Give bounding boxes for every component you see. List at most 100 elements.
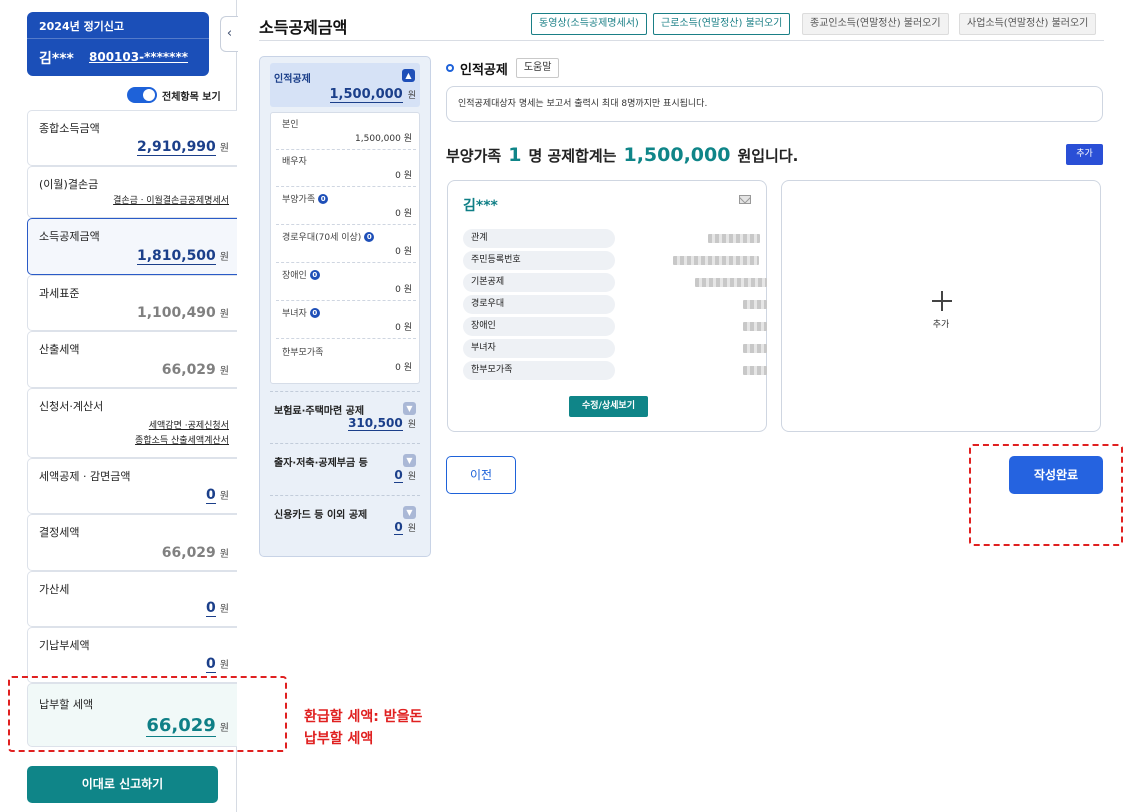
- sidebar-item-calculated-tax[interactable]: 산출세액 66,029 원: [27, 331, 237, 388]
- unit-label: 원: [219, 660, 229, 671]
- sidebar-item-tax-base[interactable]: 과세표준 1,100,490 원: [27, 275, 237, 331]
- personal-deduction-breakdown: 본인 1,500,000 원 배우자 0 원 부양가족 0 0 원 경로우대(70…: [270, 112, 420, 384]
- other-deduction[interactable]: 신용카드 등 이외 공제 ▼ 0원: [270, 495, 420, 541]
- breakdown-row-self: 본인 1,500,000 원: [276, 113, 416, 150]
- breakdown-row-female-householder: 부녀자 0 0 원: [276, 302, 416, 339]
- deduction-total: 1,500,000: [623, 144, 731, 166]
- count-badge: 0: [309, 307, 320, 318]
- sidebar-item-label: 과세표준: [39, 287, 80, 300]
- show-all-toggle-row[interactable]: 전체항목 보기: [127, 87, 221, 103]
- sidebar-item-total-income[interactable]: 종합소득금액 2,910,990 원: [27, 110, 237, 166]
- show-all-toggle[interactable]: [127, 87, 157, 103]
- dependent-field-row: 주민등록번호: [463, 251, 759, 270]
- chevron-down-icon[interactable]: ▼: [403, 402, 416, 415]
- deduction-summary: 부양가족 1 명 공제합계는 1,500,000 원입니다.: [446, 144, 798, 166]
- edit-details-button[interactable]: 수정/상세보기: [569, 396, 648, 417]
- sidebar-item-application-forms[interactable]: 신청서·계산서 세액감면 ·공제신청서 종합소득 산출세액계산서: [27, 388, 237, 458]
- page-title: 소득공제금액: [259, 18, 348, 37]
- breakdown-row-spouse: 배우자 0 원: [276, 150, 416, 187]
- sidebar-item-value[interactable]: 0: [206, 657, 216, 673]
- taxpayer-name: 김***: [39, 51, 74, 67]
- breakdown-row-disabled: 장애인 0 0 원: [276, 264, 416, 301]
- chevron-down-icon[interactable]: ▼: [403, 454, 416, 467]
- sidebar-item-value: 66,029: [161, 362, 216, 378]
- add-dependent-button[interactable]: 추가: [1066, 144, 1103, 165]
- notice-box: 인적공제대상자 명세는 보고서 출력시 최대 8명까지만 표시됩니다.: [446, 86, 1103, 122]
- breakdown-label: 한부모가족: [282, 348, 324, 358]
- load-business-income-button[interactable]: 사업소득(연말정산) 불러오기: [959, 13, 1097, 35]
- circle-bullet-icon: [446, 64, 454, 72]
- personal-deduction-header[interactable]: 인적공제 ▲ 1,500,000 원: [270, 63, 420, 107]
- insurance-housing-deduction[interactable]: 보험료·주택마련 공제 ▼ 310,500 원: [270, 391, 420, 437]
- deduction-application-link[interactable]: 세액감면 ·공제신청서: [135, 419, 229, 434]
- unit-label: 원: [219, 143, 229, 154]
- sidebar-item-label: 소득공제금액: [39, 230, 100, 243]
- load-earned-income-button[interactable]: 근로소득(연말정산) 불러오기: [653, 13, 791, 35]
- previous-button[interactable]: 이전: [446, 456, 516, 494]
- field-label: 한부모가족: [463, 361, 615, 380]
- summary-suffix: 원입니다.: [737, 147, 799, 165]
- unit-label: 원: [407, 524, 416, 534]
- sidebar-item-loss-carryover[interactable]: (이월)결손금 결손금ㆍ이월결손금공제명세서: [27, 166, 237, 218]
- sidebar-item-label: 세액공제 · 감면금액: [39, 470, 131, 483]
- sidebar-item-income-deduction[interactable]: 소득공제금액 1,810,500 원: [27, 218, 237, 275]
- deduction-category-panel: 인적공제 ▲ 1,500,000 원 본인 1,500,000 원 배우자 0 …: [259, 56, 431, 557]
- unit-label: 원: [219, 604, 229, 615]
- sidebar-item-prepaid-tax[interactable]: 기납부세액 0원: [27, 627, 237, 683]
- personal-deduction-value[interactable]: 1,500,000: [329, 88, 403, 103]
- help-button[interactable]: 도움말: [515, 58, 560, 78]
- summary-middle: 명 공제합계는: [528, 147, 617, 165]
- blurred-value: [743, 300, 767, 309]
- breakdown-label: 배우자: [282, 157, 307, 167]
- breakdown-value: 0 원: [395, 171, 412, 181]
- deduction-group-label: 출자·저축·공제부금 등: [274, 458, 368, 469]
- sidebar-item-label: 기납부세액: [39, 639, 90, 652]
- sidebar-item-label: 가산세: [39, 583, 70, 596]
- blurred-value: [695, 278, 767, 287]
- deduction-group-label: 신용카드 등 이외 공제: [274, 510, 368, 521]
- blurred-value: [743, 344, 767, 353]
- sidebar-item-determined-tax[interactable]: 결정세액 66,029 원: [27, 514, 237, 571]
- sidebar-item-value[interactable]: 1,810,500: [136, 249, 216, 265]
- resident-number-link[interactable]: 800103-*******: [89, 50, 188, 64]
- sidebar-item-label: 신청서·계산서: [39, 400, 104, 413]
- complete-button[interactable]: 작성완료: [1009, 456, 1103, 494]
- field-label: 기본공제: [463, 273, 615, 292]
- deduction-group-value[interactable]: 0: [394, 469, 403, 483]
- video-guide-button[interactable]: 동영상(소득공제명세서): [531, 13, 647, 35]
- chevron-down-icon[interactable]: ▼: [403, 506, 416, 519]
- section-header: 인적공제 도움말: [446, 58, 560, 78]
- deduction-group-value[interactable]: 310,500: [348, 417, 403, 431]
- deduction-group-label: 보험료·주택마련 공제: [274, 406, 365, 417]
- breakdown-value: 0 원: [395, 209, 412, 219]
- sidebar-item-label: 종합소득금액: [39, 122, 100, 135]
- loss-statement-link[interactable]: 결손금ㆍ이월결손금공제명세서: [113, 194, 229, 209]
- unit-label: 원: [219, 366, 229, 377]
- deduction-group-value[interactable]: 0: [394, 521, 403, 535]
- dependent-count: 1: [508, 144, 522, 166]
- filing-divider: [27, 38, 209, 39]
- breakdown-label: 본인: [282, 120, 299, 130]
- field-label: 주민등록번호: [463, 251, 615, 270]
- submit-report-button[interactable]: 이대로 신고하기: [27, 766, 218, 803]
- tax-calculation-link[interactable]: 종합소득 산출세액계산서: [135, 434, 229, 449]
- add-dependent-card[interactable]: 추가: [781, 180, 1101, 432]
- breakdown-label: 경로우대(70세 이상): [282, 233, 362, 243]
- dependent-field-row: 관계: [463, 229, 760, 248]
- collapse-sidebar-button[interactable]: ‹: [220, 16, 238, 52]
- filing-year: 2024년 정기신고: [39, 20, 125, 33]
- unit-label: 원: [219, 549, 229, 560]
- breakdown-label: 부양가족: [282, 195, 316, 205]
- sidebar-item-value[interactable]: 0: [206, 601, 216, 617]
- breakdown-row-dependents: 부양가족 0 0 원: [276, 188, 416, 225]
- breakdown-value: 1,500,000 원: [355, 134, 412, 144]
- sidebar-item-tax-credit[interactable]: 세액공제 · 감면금액 0원: [27, 458, 237, 514]
- investment-savings-deduction[interactable]: 출자·저축·공제부금 등 ▼ 0원: [270, 443, 420, 489]
- chevron-up-icon[interactable]: ▲: [402, 69, 415, 82]
- breakdown-value: 0 원: [395, 323, 412, 333]
- load-religious-income-button[interactable]: 종교인소득(연말정산) 불러오기: [802, 13, 949, 35]
- sidebar-item-value[interactable]: 0: [206, 488, 216, 504]
- sidebar-item-value[interactable]: 2,910,990: [136, 140, 216, 156]
- dependent-name: 김***: [463, 198, 498, 214]
- sidebar-item-penalty-tax[interactable]: 가산세 0원: [27, 571, 237, 627]
